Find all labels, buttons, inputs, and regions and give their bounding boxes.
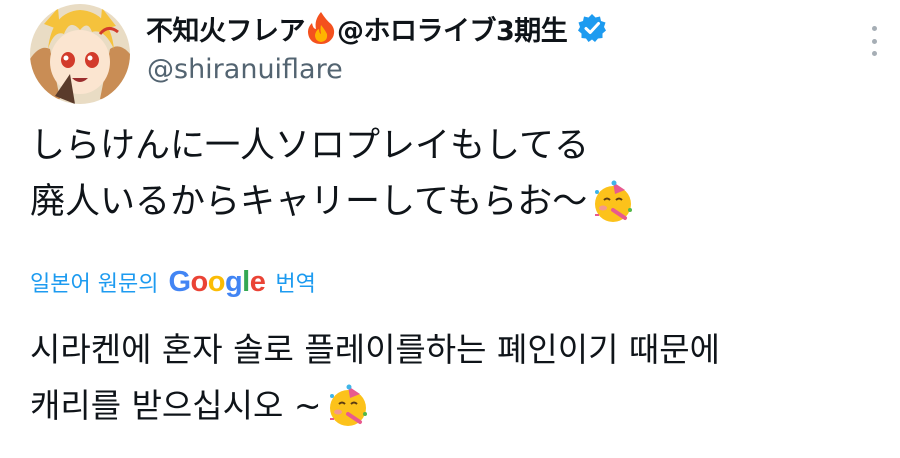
author-display-name[interactable]: 不知火フレア xyxy=(146,9,306,48)
translated-line: 캐리를 받으십시오 ~ xyxy=(30,378,720,434)
google-logo-letter: G xyxy=(168,265,191,298)
more-options-icon[interactable] xyxy=(870,26,878,56)
fire-emoji-icon xyxy=(306,11,336,45)
google-logo-letter: e xyxy=(249,265,266,298)
avatar[interactable] xyxy=(30,4,130,104)
translate-label-suffix[interactable]: 번역 xyxy=(275,266,315,298)
verified-badge-icon xyxy=(577,13,607,43)
translated-text: 시라켄에 혼자 솔로 플레이를하는 폐인이기 때문에 캐리를 받으십시오 ~ xyxy=(30,322,720,434)
translate-label-prefix[interactable]: 일본어 원문의 xyxy=(30,266,158,298)
tweet-line-text: 廃人いるからキャリーしてもらお〜 xyxy=(30,182,588,222)
google-logo-letter: o xyxy=(190,265,209,298)
google-logo: Google xyxy=(168,266,265,299)
partying-face-emoji-icon xyxy=(591,180,635,224)
google-logo-letter: g xyxy=(224,265,243,298)
tweet-line-text: しらけんに一人ソロプレイもしてる xyxy=(30,126,589,166)
author-handle[interactable]: @shiranuiflare xyxy=(147,54,343,85)
tweet-text: しらけんに一人ソロプレイもしてる 廃人いるからキャリーしてもらお〜 xyxy=(30,118,635,230)
translated-line-text: 캐리를 받으십시오 ~ xyxy=(30,386,322,425)
translate-link[interactable]: 일본어 원문의 Google 번역 xyxy=(30,262,316,302)
author-affiliation[interactable]: @ホロライブ3期生 xyxy=(337,9,568,48)
google-logo-letter: l xyxy=(242,265,250,298)
tweet-line: 廃人いるからキャリーしてもらお〜 xyxy=(30,174,635,230)
author-name-row[interactable]: 不知火フレア @ホロライブ3期生 xyxy=(146,8,607,48)
tweet-line: しらけんに一人ソロプレイもしてる xyxy=(30,118,635,174)
translated-line-text: 시라켄에 혼자 솔로 플레이를하는 폐인이기 때문에 xyxy=(30,330,721,369)
partying-face-emoji-icon xyxy=(326,384,370,428)
translated-line: 시라켄에 혼자 솔로 플레이를하는 폐인이기 때문에 xyxy=(30,322,720,378)
google-logo-letter: o xyxy=(207,265,226,298)
